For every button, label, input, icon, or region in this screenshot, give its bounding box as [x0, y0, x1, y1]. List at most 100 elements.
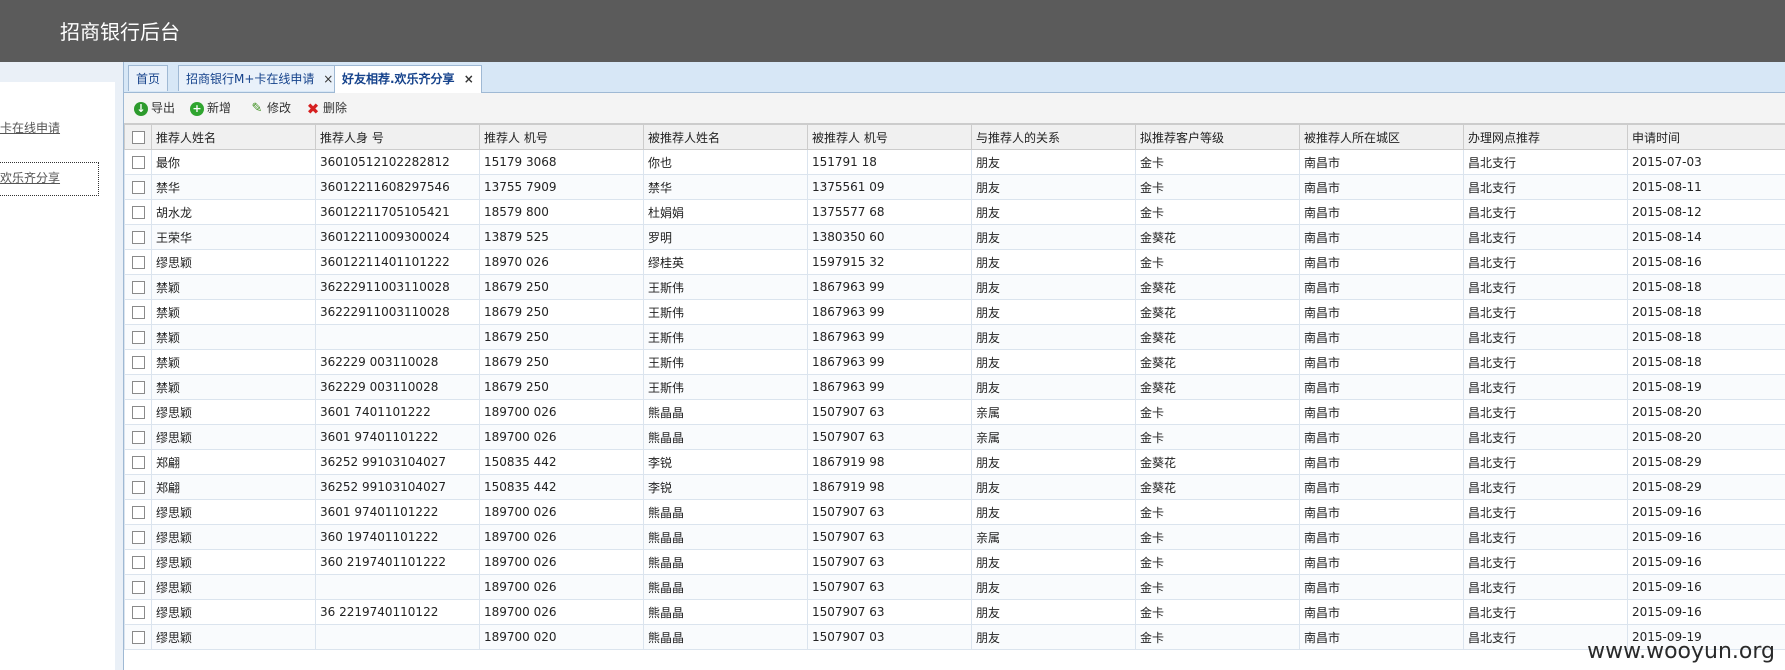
table-row[interactable]: 禁颖 36222911003110028 18679 250 王斯伟 1867963 9…	[124, 274, 1785, 300]
select-all-checkbox[interactable]	[124, 124, 152, 150]
column-header[interactable]: 被推荐人所在城区	[1299, 124, 1464, 150]
table-cell: 缪思颖	[151, 524, 316, 550]
table-cell: 362229 003110028	[315, 374, 480, 400]
pencil-icon: ✎	[251, 100, 263, 116]
table-cell: 昌北支行	[1463, 574, 1628, 600]
row-checkbox[interactable]	[124, 524, 152, 550]
app-header: 招商银行后台	[0, 0, 1785, 62]
tab-home[interactable]: 首页	[128, 65, 169, 91]
table-cell: 昌北支行	[1463, 599, 1628, 625]
table-row[interactable]: 禁颖 362229 003110028 18679 250 王斯伟 1867963 99…	[124, 374, 1785, 400]
table-row[interactable]: 缪思颖 360 2197401101222 189700 026 熊晶晶 1507907…	[124, 549, 1785, 575]
table-cell: 金卡	[1135, 549, 1300, 575]
table-cell: 南昌市	[1299, 274, 1464, 300]
delete-button[interactable]: ✖ 删除	[306, 99, 347, 117]
column-header[interactable]: 被推荐人姓名	[643, 124, 808, 150]
table-row[interactable]: 禁颖 362229 003110028 18679 250 王斯伟 1867963 99…	[124, 349, 1785, 375]
row-checkbox[interactable]	[124, 399, 152, 425]
table-cell: 1507907 63	[807, 399, 972, 425]
row-checkbox[interactable]	[124, 149, 152, 175]
table-cell: 18679 250	[479, 274, 644, 300]
column-header[interactable]: 推荐人身 号	[315, 124, 480, 150]
table-row[interactable]: 缪思颖 189700 020 熊晶晶 1507907 03 朋友 金卡 南昌市 昌北支行 201…	[124, 624, 1785, 650]
row-checkbox[interactable]	[124, 499, 152, 525]
row-checkbox[interactable]	[124, 324, 152, 350]
table-row[interactable]: 王荣华 36012211009300024 13879 525 罗明 1380350 6…	[124, 224, 1785, 250]
row-checkbox[interactable]	[124, 624, 152, 650]
row-checkbox[interactable]	[124, 424, 152, 450]
table-row[interactable]: 禁颖 36222911003110028 18679 250 王斯伟 1867963 9…	[124, 299, 1785, 325]
row-checkbox[interactable]	[124, 599, 152, 625]
table-cell: 189700 026	[479, 399, 644, 425]
column-header[interactable]: 申请时间	[1627, 124, 1785, 150]
table-row[interactable]: 禁华 36012211608297546 13755 7909 禁华 1375561 0…	[124, 174, 1785, 200]
table-body: 最你 36010512102282812 15179 3068 你也 151791 18…	[124, 149, 1785, 650]
table-row[interactable]: 缪思颖 36012211401101222 18970 026 缪桂英 1597915 …	[124, 249, 1785, 275]
edit-button[interactable]: ✎ 修改	[250, 99, 291, 117]
table-cell: 1507907 63	[807, 599, 972, 625]
column-header[interactable]: 拟推荐客户等级	[1135, 124, 1300, 150]
table-row[interactable]: 缪思颖 3601 97401101222 189700 026 熊晶晶 1507907 …	[124, 499, 1785, 525]
table-row[interactable]: 禁颖 18679 250 王斯伟 1867963 99 朋友 金葵花 南昌市 昌北支行 2015…	[124, 324, 1785, 350]
table-row[interactable]: 最你 36010512102282812 15179 3068 你也 151791 18…	[124, 149, 1785, 175]
table-cell: 2015-09-16	[1627, 499, 1785, 525]
table-cell: 郑翩	[151, 474, 316, 500]
table-row[interactable]: 缪思颖 3601 97401101222 189700 026 熊晶晶 1507907 …	[124, 424, 1785, 450]
table-cell: 18579 800	[479, 199, 644, 225]
table-row[interactable]: 郑翩 36252 99103104027 150835 442 李锐 1867919 9…	[124, 474, 1785, 500]
table-cell: 金葵花	[1135, 474, 1300, 500]
table-cell: 13755 7909	[479, 174, 644, 200]
table-cell: 2015-08-18	[1627, 324, 1785, 350]
table-cell: 189700 026	[479, 574, 644, 600]
table-cell: 朋友	[971, 249, 1136, 275]
column-header[interactable]: 推荐人姓名	[151, 124, 316, 150]
table-row[interactable]: 缪思颖 360 197401101222 189700 026 熊晶晶 1507907 …	[124, 524, 1785, 550]
column-header[interactable]: 被推荐人 机号	[807, 124, 972, 150]
add-button[interactable]: + 新增	[190, 99, 231, 117]
edit-label: 修改	[267, 101, 292, 115]
table-cell: 金葵花	[1135, 349, 1300, 375]
table-header-row: 推荐人姓名 推荐人身 号推荐人 机号 被推荐人姓名 被推荐人 机号 与推荐人的关系 拟推荐…	[124, 124, 1785, 150]
table-cell: 360 2197401101222	[315, 549, 480, 575]
table-cell: 朋友	[971, 374, 1136, 400]
table-cell: 2015-09-16	[1627, 599, 1785, 625]
table-cell: 18970 026	[479, 249, 644, 275]
row-checkbox[interactable]	[124, 349, 152, 375]
table-cell: 金卡	[1135, 524, 1300, 550]
close-icon[interactable]: ×	[323, 72, 333, 86]
table-row[interactable]: 缪思颖 189700 026 熊晶晶 1507907 63 朋友 金卡 南昌市 昌北支行 201…	[124, 574, 1785, 600]
row-checkbox[interactable]	[124, 299, 152, 325]
table-cell: 金葵花	[1135, 299, 1300, 325]
row-checkbox[interactable]	[124, 199, 152, 225]
table-cell: 朋友	[971, 499, 1136, 525]
tab-card-apply[interactable]: 招商银行M+卡在线申请 ×	[178, 65, 342, 91]
row-checkbox[interactable]	[124, 449, 152, 475]
row-checkbox[interactable]	[124, 174, 152, 200]
watermark: www.wooyun.org	[1587, 639, 1775, 664]
table-row[interactable]: 胡水龙 36012211705105421 18579 800 杜娟娟 1375577 …	[124, 199, 1785, 225]
row-checkbox[interactable]	[124, 249, 152, 275]
table-cell: 1507907 03	[807, 624, 972, 650]
close-icon[interactable]: ×	[464, 72, 474, 86]
table-cell: 2015-09-16	[1627, 524, 1785, 550]
row-checkbox[interactable]	[124, 474, 152, 500]
column-header[interactable]: 推荐人 机号	[479, 124, 644, 150]
tab-friend-share[interactable]: 好友相荐.欢乐齐分享 ×	[334, 65, 482, 93]
row-checkbox[interactable]	[124, 374, 152, 400]
table-cell: 18679 250	[479, 374, 644, 400]
table-cell: 1375577 68	[807, 199, 972, 225]
row-checkbox[interactable]	[124, 574, 152, 600]
sidebar-item-card-apply[interactable]: 卡在线申请	[0, 119, 110, 136]
export-button[interactable]: ↓ 导出	[134, 99, 175, 117]
row-checkbox[interactable]	[124, 549, 152, 575]
export-icon: ↓	[134, 101, 148, 116]
table-row[interactable]: 缪思颖 3601 7401101222 189700 026 熊晶晶 1507907 6…	[124, 399, 1785, 425]
table-row[interactable]: 缪思颖 36 2219740110122 189700 026 熊晶晶 1507907 …	[124, 599, 1785, 625]
row-checkbox[interactable]	[124, 274, 152, 300]
row-checkbox[interactable]	[124, 224, 152, 250]
column-header[interactable]: 办理网点推荐	[1463, 124, 1628, 150]
delete-icon: ✖	[306, 99, 320, 118]
column-header[interactable]: 与推荐人的关系	[971, 124, 1136, 150]
sidebar-item-friend-share[interactable]: 欢乐齐分享	[0, 162, 99, 196]
table-row[interactable]: 郑翩 36252 99103104027 150835 442 李锐 1867919 9…	[124, 449, 1785, 475]
